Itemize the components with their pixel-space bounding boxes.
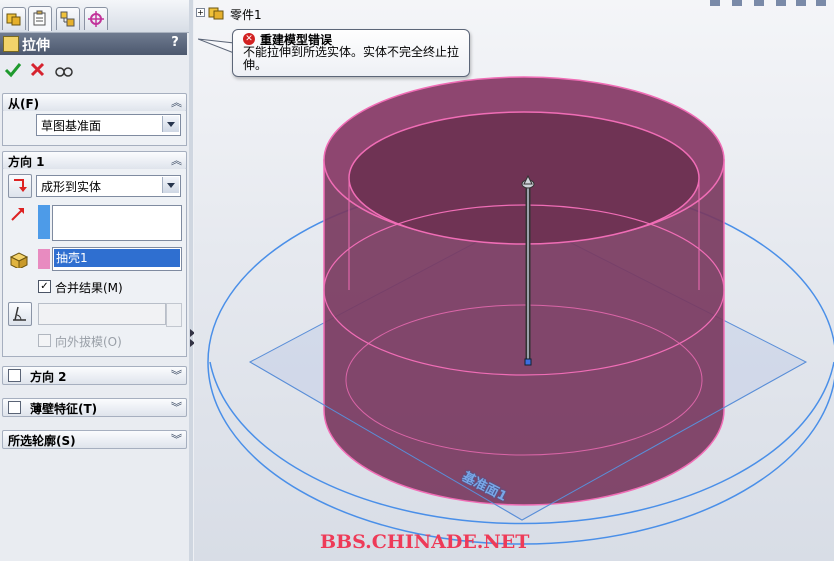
direction-arrow-icon	[11, 208, 24, 221]
expand-chevron-icon[interactable]: ︾	[171, 431, 182, 447]
reverse-direction-button[interactable]	[8, 174, 32, 198]
merge-result-checkbox-box[interactable]: ✓	[38, 280, 51, 293]
display-icon[interactable]	[796, 0, 806, 6]
start-condition-select[interactable]: 草图基准面	[36, 114, 181, 136]
model-scene	[207, 76, 834, 545]
help-button[interactable]: ?	[167, 35, 183, 51]
draft-outward-checkbox-box	[38, 334, 51, 347]
thin-feature-group-label: 薄壁特征(T)	[30, 402, 98, 416]
merge-result-label: 合并结果(M)	[55, 281, 123, 295]
end-condition-select[interactable]: 成形到实体	[36, 175, 181, 197]
draft-angle-input	[38, 303, 166, 325]
panel-splitter[interactable]	[189, 0, 193, 561]
rotate-icon[interactable]	[710, 0, 720, 6]
collapse-chevron-icon[interactable]: ︽	[171, 94, 182, 110]
direction2-group-label: 方向 2	[30, 370, 67, 384]
configuration-manager-tab[interactable]	[56, 7, 80, 30]
property-manager-panel: 拉伸 ? 从(F) ︽ 草图基准面 方向 1 ︽ 成形到实体 抽壳1 ✓ 合并结…	[0, 0, 190, 561]
thin-feature-group-header[interactable]: 薄壁特征(T) ︾	[2, 398, 187, 417]
expand-icon[interactable]: +	[196, 8, 205, 17]
cancel-icon[interactable]	[28, 60, 48, 80]
draft-toggle-button[interactable]	[8, 302, 32, 326]
configuration-icon	[60, 11, 75, 27]
draft-angle-icon	[13, 306, 26, 321]
cylinder-inner-opening	[348, 111, 700, 245]
feature-manager-tab[interactable]	[2, 7, 26, 30]
section-icon[interactable]	[754, 0, 764, 6]
rebuild-error-tooltip: ✕ 重建模型错误 不能拉伸到所选实体。实体不完全终止拉伸。	[232, 29, 470, 77]
view-icon[interactable]	[776, 0, 786, 6]
selected-body-item[interactable]: 抽壳1	[54, 249, 180, 267]
arrow-origin-marker	[524, 358, 532, 366]
appearance-icon[interactable]	[816, 0, 826, 6]
tooltip-message: 不能拉伸到所选实体。实体不完全终止拉伸。	[243, 45, 460, 72]
graphics-area[interactable]: + 零件1 ✕ 重建模型错误 不能拉伸到所选实体。实体不完全终止拉伸。 基准面1…	[194, 0, 834, 561]
body-color-bar	[38, 249, 50, 269]
ok-icon[interactable]	[3, 60, 23, 80]
preview-icon[interactable]	[54, 60, 74, 80]
thin-feature-checkbox[interactable]	[8, 401, 21, 414]
crosshair-icon	[88, 11, 104, 27]
manager-tabs	[0, 0, 189, 33]
selected-contours-group-header[interactable]: 所选轮廓(S) ︾	[2, 430, 187, 449]
collapse-chevron-icon[interactable]: ︽	[171, 152, 182, 168]
feature-title: 拉伸	[22, 38, 50, 54]
direction2-checkbox[interactable]	[8, 369, 21, 382]
property-manager-title-bar: 拉伸 ?	[0, 33, 187, 55]
part-icon	[208, 7, 224, 20]
end-condition-value: 成形到实体	[41, 180, 102, 194]
extrude-icon	[3, 36, 19, 52]
property-manager-tab[interactable]	[28, 6, 52, 31]
action-buttons	[0, 58, 187, 82]
selected-contours-group-label: 所选轮廓(S)	[8, 434, 76, 448]
dropdown-arrow-icon[interactable]	[162, 116, 179, 132]
expand-chevron-icon[interactable]: ︾	[171, 367, 182, 383]
direction1-group-body: 成形到实体 抽壳1 ✓ 合并结果(M) 向外拔模(O)	[2, 169, 187, 357]
reverse-direction-icon	[14, 179, 27, 192]
view-toolbar	[710, 0, 826, 6]
direction-color-bar	[38, 205, 50, 239]
direction1-group-header[interactable]: 方向 1 ︽	[2, 151, 187, 170]
property-sheet-icon	[33, 10, 46, 26]
expand-chevron-icon[interactable]: ︾	[171, 399, 182, 415]
start-condition-value: 草图基准面	[41, 119, 102, 133]
from-group-body: 草图基准面	[2, 111, 187, 146]
direction2-group-header[interactable]: 方向 2 ︾	[2, 366, 187, 385]
dropdown-arrow-icon[interactable]	[162, 177, 179, 193]
part-name: 零件1	[230, 8, 262, 22]
feature-tree-icon	[6, 13, 21, 26]
dimxpert-tab[interactable]	[84, 7, 108, 30]
zoom-icon[interactable]	[732, 0, 742, 6]
from-group-label: 从(F)	[8, 97, 40, 111]
watermark-text: BBS.CHINADE.NET	[320, 531, 530, 553]
direction1-group-label: 方向 1	[8, 155, 45, 169]
direction-vector-list[interactable]	[52, 205, 182, 241]
from-group-header[interactable]: 从(F) ︽	[2, 93, 187, 112]
solid-body-icon	[9, 252, 29, 268]
body-selection-list[interactable]: 抽壳1	[52, 247, 182, 271]
draft-outward-label: 向外拔模(O)	[55, 335, 122, 349]
error-icon: ✕	[243, 33, 255, 45]
draft-angle-spinner	[166, 303, 182, 327]
